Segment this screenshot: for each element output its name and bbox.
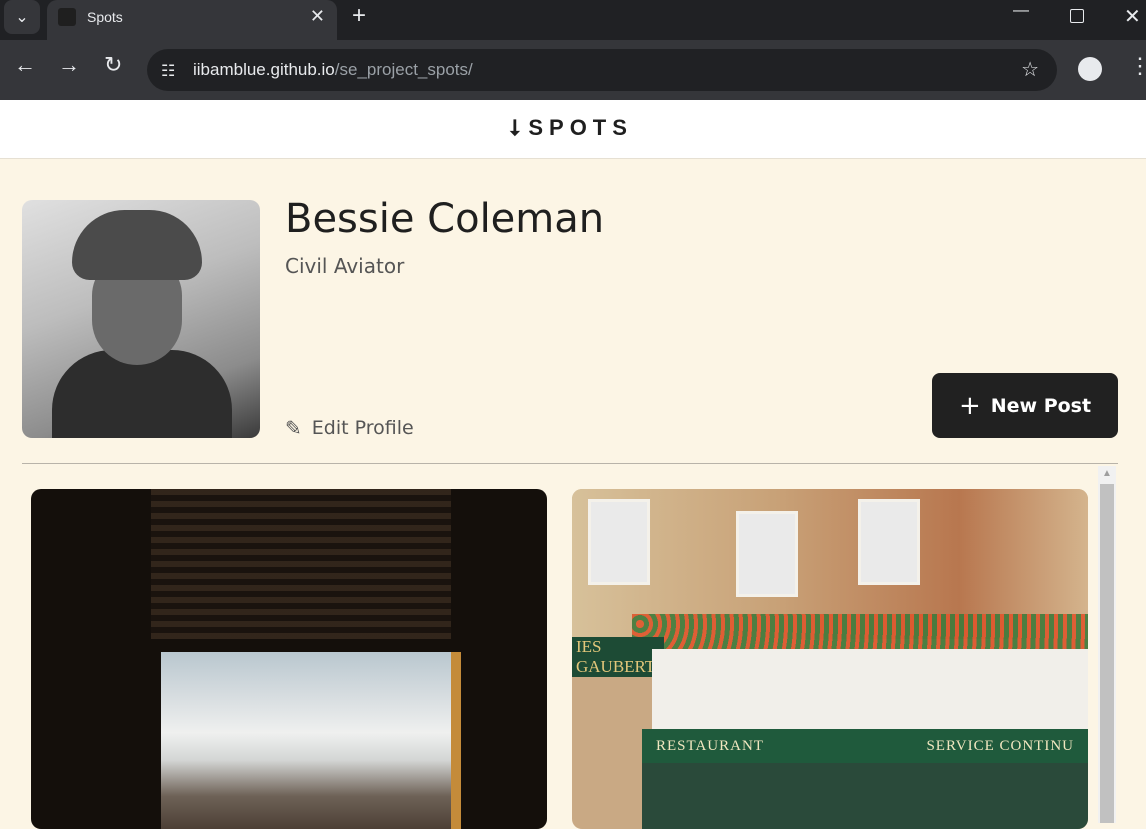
new-post-button[interactable]: + New Post: [932, 373, 1118, 438]
forward-icon[interactable]: →: [58, 52, 80, 78]
sign-service: SERVICE CONTINU: [926, 737, 1074, 754]
site-logo[interactable]: ⭣ SPOTS: [510, 115, 633, 141]
close-tab-icon[interactable]: ✕: [310, 6, 325, 27]
card-image-window-view[interactable]: [31, 489, 547, 829]
chevron-down-icon: ⌄: [15, 9, 29, 26]
avatar-hat-shape: [72, 210, 202, 280]
new-tab-button[interactable]: +: [352, 4, 366, 28]
menu-kebab-icon[interactable]: ⋮: [1129, 54, 1146, 78]
sign-restaurant: RESTAURANT: [656, 737, 764, 754]
awning-shape: [652, 649, 1088, 729]
flower-garland-shape: [632, 614, 1088, 654]
facade-window-shape: [736, 511, 798, 597]
site-header: ⭣ SPOTS: [0, 100, 1146, 159]
scroll-up-arrow-icon[interactable]: ▲: [1102, 468, 1112, 479]
back-icon[interactable]: ←: [14, 52, 36, 78]
bookmark-star-icon[interactable]: ☆: [1021, 57, 1039, 82]
minimize-icon[interactable]: —: [1013, 2, 1029, 20]
store-sign-left: IES GAUBERT: [572, 637, 664, 677]
site-info-icon[interactable]: ☷: [161, 61, 179, 80]
window-blind-shape: [151, 489, 451, 639]
browser-tab-strip: ⌄ Spots ✕ + — ✕: [0, 0, 1146, 40]
plus-icon: +: [958, 390, 981, 421]
edit-profile-button[interactable]: ✎ Edit Profile: [285, 416, 414, 440]
window-frame-shape: [451, 652, 461, 829]
browser-toolbar: ← → ↻ ☷ iibamblue.github.io/se_project_s…: [0, 40, 1146, 100]
snowy-mountain-scene: [161, 652, 453, 829]
tab-title: Spots: [87, 9, 123, 25]
facade-window-shape: [858, 499, 920, 585]
browser-tab[interactable]: Spots ✕: [47, 0, 337, 40]
tab-search-button[interactable]: ⌄: [4, 0, 40, 34]
profile-name: Bessie Coleman: [285, 196, 605, 242]
reload-icon[interactable]: ↻: [104, 52, 122, 78]
store-sign-band: RESTAURANT SERVICE CONTINU: [642, 729, 1088, 763]
window-close-icon[interactable]: ✕: [1124, 4, 1141, 29]
cards-scrollbar[interactable]: ▲: [1098, 466, 1116, 823]
favicon-icon: [58, 8, 76, 26]
logo-mark-icon: ⭣: [510, 115, 521, 140]
pencil-icon: ✎: [285, 416, 302, 440]
profile-divider: [22, 463, 1118, 464]
profile-description: Civil Aviator: [285, 254, 405, 278]
address-bar[interactable]: ☷ iibamblue.github.io/se_project_spots/ …: [147, 49, 1057, 91]
url-host: iibamblue.github.io: [193, 60, 335, 79]
store-front-shape: [642, 763, 1088, 829]
url-text[interactable]: iibamblue.github.io/se_project_spots/: [193, 60, 473, 80]
edit-profile-label: Edit Profile: [311, 417, 414, 439]
facade-window-shape: [588, 499, 650, 585]
scrollbar-thumb[interactable]: [1100, 484, 1114, 823]
new-post-label: New Post: [990, 394, 1092, 417]
profile-avatar-icon[interactable]: [1078, 57, 1102, 81]
profile-avatar: [22, 200, 260, 438]
maximize-icon[interactable]: [1070, 9, 1084, 23]
logo-text: SPOTS: [528, 115, 633, 140]
card-image-restaurant[interactable]: IES GAUBERT RESTAURANT SERVICE CONTINU: [572, 489, 1088, 829]
url-path: /se_project_spots/: [334, 60, 473, 79]
